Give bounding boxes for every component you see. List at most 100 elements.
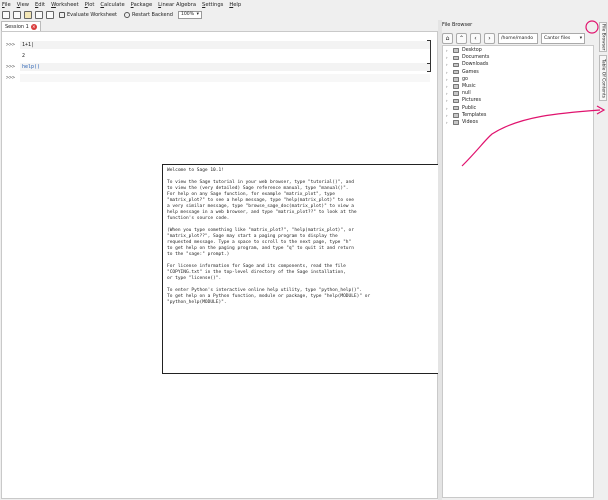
expand-caret-icon[interactable]: › [446, 113, 450, 118]
expand-caret-icon[interactable]: › [446, 70, 450, 75]
tree-item-desktop[interactable]: › Desktop [443, 47, 593, 54]
menu-linear-algebra[interactable]: Linear Algebra [158, 2, 196, 8]
home-icon[interactable]: ⌂ [442, 32, 453, 44]
expand-caret-icon[interactable]: › [446, 120, 450, 125]
cell-prompt: >>> [6, 42, 16, 48]
forward-arrow-icon[interactable]: › [484, 32, 495, 44]
cell-input-background [20, 74, 430, 82]
side-tab-table-of-contents[interactable]: Table Of Contents [599, 55, 607, 101]
evaluate-worksheet-button[interactable]: Evaluate Worksheet [57, 10, 119, 19]
restart-backend-button[interactable]: Restart Backend [122, 10, 175, 19]
back-arrow-icon[interactable]: ‹ [470, 32, 481, 44]
folder-icon [453, 91, 459, 96]
cell-prompt: >>> [6, 75, 16, 81]
tab-session-1[interactable]: Session 1 ✕ [1, 21, 41, 31]
expand-caret-icon[interactable]: › [446, 91, 450, 96]
menu-help[interactable]: Help [229, 2, 241, 8]
expand-caret-icon[interactable]: › [446, 106, 450, 111]
expand-caret-icon[interactable]: › [446, 62, 450, 67]
menu-edit[interactable]: Edit [35, 2, 45, 8]
cell-input-background [20, 63, 430, 71]
tree-item-label: Music [462, 84, 476, 90]
tree-item-label: Videos [462, 119, 478, 125]
menu-file[interactable]: File [2, 2, 11, 8]
tree-item-label: Games [462, 69, 479, 75]
tree-item-pictures[interactable]: › Pictures [443, 97, 593, 104]
side-tab-label: Table Of Contents [600, 58, 606, 98]
cell-bracket[interactable] [427, 63, 431, 72]
cell-bracket[interactable] [427, 40, 431, 64]
print-icon[interactable] [46, 10, 54, 19]
up-arrow-icon[interactable]: ⌃ [456, 32, 467, 44]
new-file-icon[interactable] [2, 10, 10, 19]
tree-item-label: Desktop [462, 48, 482, 54]
zoom-value: 100% [180, 12, 195, 17]
folder-icon [453, 62, 459, 68]
tree-item-templates[interactable]: › Templates [443, 112, 593, 119]
folder-icon [453, 69, 459, 75]
expand-caret-icon[interactable]: › [446, 98, 450, 103]
cell-input-background [20, 41, 430, 49]
tab-bar: Session 1 ✕ [0, 21, 440, 31]
toolbar: Evaluate Worksheet Restart Backend 100% … [0, 9, 440, 20]
cell-prompt: >>> [6, 64, 16, 70]
close-tab-icon[interactable]: ✕ [30, 23, 37, 30]
tree-item-music[interactable]: › Music [443, 83, 593, 90]
tree-item-downloads[interactable]: › Downloads [443, 61, 593, 68]
menu-plot[interactable]: Plot [85, 2, 95, 8]
open-file-icon[interactable] [24, 10, 32, 19]
folder-icon [453, 113, 459, 118]
cell-output: 2 [22, 53, 26, 59]
side-tab-file-browser[interactable]: File Browser [599, 22, 607, 52]
tab-label: Session 1 [5, 23, 29, 30]
cell-input[interactable]: 1+1| [22, 42, 34, 48]
tree-item-label: Pictures [462, 98, 481, 104]
tree-item-null[interactable]: › null [443, 90, 593, 97]
cell-input[interactable]: help() [22, 64, 40, 70]
tree-item-label: Documents [462, 55, 490, 61]
folder-icon [453, 98, 459, 104]
tree-item-label: null [462, 91, 471, 97]
menu-calculate[interactable]: Calculate [100, 2, 124, 8]
file-tree: › Desktop › Documents › Downloads › Games › g… [442, 45, 594, 498]
expand-caret-icon[interactable]: › [446, 48, 450, 53]
folder-icon [453, 105, 459, 111]
folder-icon [453, 84, 459, 89]
tree-item-label: Templates [462, 112, 487, 118]
play-icon [59, 11, 65, 18]
expand-caret-icon[interactable]: › [446, 77, 450, 82]
restart-backend-label: Restart Backend [131, 11, 173, 18]
side-tab-bar: File Browser Table Of Contents [598, 20, 608, 500]
file-browser-panel: File Browser ⌂ ⌃ ‹ › /home/mando Cantor … [442, 20, 598, 500]
file-filter-value: Cantor files [544, 35, 571, 41]
chevron-down-icon: ▾ [196, 12, 199, 17]
side-tab-label: File Browser [600, 23, 606, 51]
folder-icon [453, 120, 459, 125]
file-browser-nav: ⌂ ⌃ ‹ › /home/mando Cantor files ▾ [442, 32, 598, 44]
file-browser-title: File Browser [442, 22, 473, 28]
tree-item-games[interactable]: › Games [443, 69, 593, 76]
save-icon[interactable] [35, 10, 43, 19]
menu-worksheet[interactable]: Worksheet [51, 2, 79, 8]
menu-view[interactable]: View [17, 2, 29, 8]
tree-item-videos[interactable]: › Videos [443, 119, 593, 126]
folder-icon [453, 48, 459, 53]
menu-settings[interactable]: Settings [202, 2, 223, 8]
tree-item-go[interactable]: › go [443, 76, 593, 83]
evaluate-worksheet-label: Evaluate Worksheet [67, 11, 117, 18]
file-filter-select[interactable]: Cantor files ▾ [541, 32, 585, 44]
tree-item-documents[interactable]: › Documents [443, 54, 593, 61]
tree-item-label: Public [462, 105, 477, 111]
help-output-window: Welcome to Sage 10.1! To view the Sage t… [162, 164, 464, 374]
folder-icon [453, 55, 459, 61]
tree-item-public[interactable]: › Public [443, 105, 593, 112]
restart-icon [123, 11, 130, 18]
new-worksheet-icon[interactable] [13, 10, 21, 19]
expand-caret-icon[interactable]: › [446, 55, 450, 60]
menu-bar: File View Edit Worksheet Plot Calculate … [0, 0, 608, 9]
zoom-select[interactable]: 100% ▾ [177, 10, 202, 19]
expand-caret-icon[interactable]: › [446, 84, 450, 89]
menu-package[interactable]: Package [131, 2, 153, 8]
path-input[interactable]: /home/mando [498, 32, 538, 44]
chevron-down-icon: ▾ [579, 35, 582, 41]
